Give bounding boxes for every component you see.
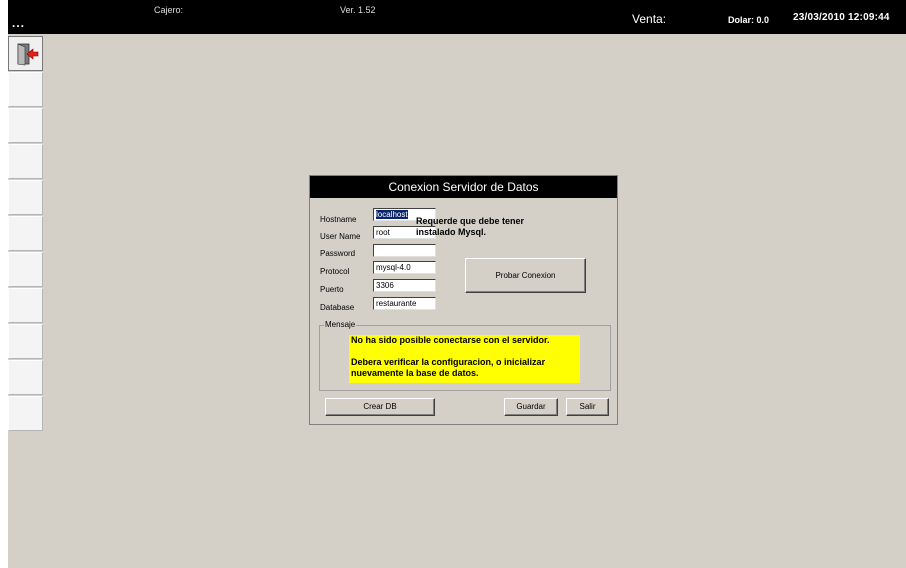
port-label: Puerto: [320, 285, 344, 294]
cashier-label: Cajero:: [154, 5, 184, 15]
message-group-label: Mensaje: [324, 320, 357, 329]
protocol-label: Protocol: [320, 267, 350, 276]
exit-dialog-button[interactable]: Salir: [566, 398, 609, 416]
sidebar-button-2[interactable]: [8, 72, 43, 107]
message-line-2: Debera verificar la configuracion, o ini…: [351, 357, 546, 367]
error-message: No ha sido posible conectarse con el ser…: [349, 335, 580, 383]
sidebar: [8, 36, 45, 432]
sale-label: Venta:: [632, 12, 667, 26]
version-label: Ver. 1.52: [340, 5, 376, 15]
hostname-value: localhost: [376, 210, 408, 219]
menu-dots[interactable]: ...: [12, 16, 25, 30]
mysql-requirement-note: Requerde que debe tener instalado Mysql.: [416, 216, 606, 238]
database-input[interactable]: restaurante: [373, 297, 436, 310]
password-label: Password: [320, 249, 356, 258]
sidebar-button-4[interactable]: [8, 144, 43, 179]
db-connection-dialog: Conexion Servidor de Datos Hostname loca…: [309, 175, 618, 425]
exit-door-icon: [17, 43, 39, 66]
message-line-1: No ha sido posible conectarse con el ser…: [351, 335, 550, 345]
sidebar-button-3[interactable]: [8, 108, 43, 143]
message-group: Mensaje No ha sido posible conectarse co…: [319, 320, 611, 391]
datetime-display: 23/03/2010 12:09:44: [793, 12, 890, 23]
sidebar-button-6[interactable]: [8, 216, 43, 251]
sidebar-button-8[interactable]: [8, 288, 43, 323]
sidebar-button-11[interactable]: [8, 396, 43, 431]
main-window: ... Cajero: Ver. 1.52 Venta: Dolar: 0.0 …: [8, 0, 906, 568]
sidebar-button-9[interactable]: [8, 324, 43, 359]
note-line-2: instalado Mysql.: [416, 227, 487, 237]
dollar-rate: Dolar: 0.0: [728, 15, 770, 25]
database-label: Database: [320, 303, 355, 312]
message-line-3: nuevamente la base de datos.: [351, 368, 479, 378]
dialog-title: Conexion Servidor de Datos: [310, 176, 617, 198]
save-button[interactable]: Guardar: [504, 398, 558, 416]
hostname-label: Hostname: [320, 215, 357, 224]
create-db-button[interactable]: Crear DB: [325, 398, 435, 416]
sidebar-button-10[interactable]: [8, 360, 43, 395]
protocol-input[interactable]: mysql-4.0: [373, 261, 436, 274]
exit-button[interactable]: [8, 36, 43, 71]
password-input[interactable]: [373, 244, 436, 257]
sidebar-button-7[interactable]: [8, 252, 43, 287]
username-label: User Name: [320, 232, 361, 241]
note-line-1: Requerde que debe tener: [416, 216, 525, 226]
top-status-bar: ... Cajero: Ver. 1.52 Venta: Dolar: 0.0 …: [8, 0, 906, 34]
test-connection-button[interactable]: Probar Conexion: [465, 258, 586, 293]
port-input[interactable]: 3306: [373, 279, 436, 292]
sidebar-button-5[interactable]: [8, 180, 43, 215]
